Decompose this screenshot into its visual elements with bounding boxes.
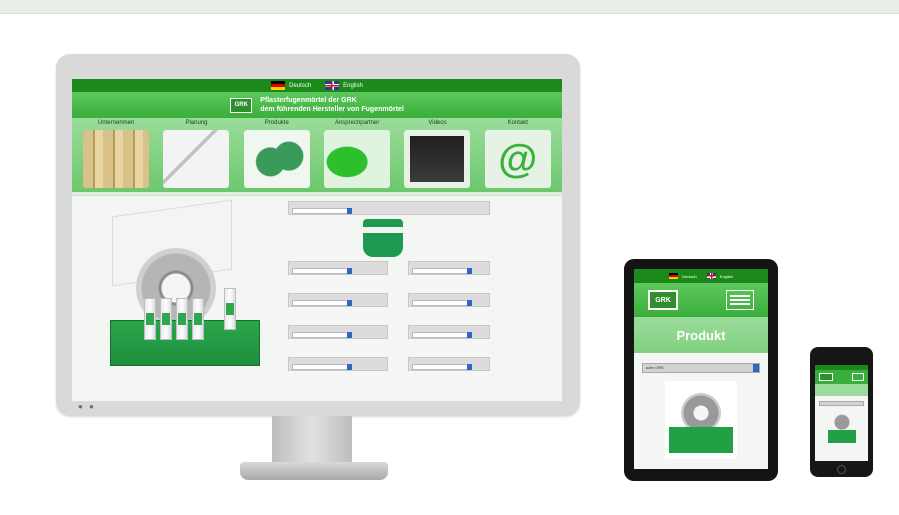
grk-logo[interactable]: GRK — [230, 97, 253, 113]
top-band — [0, 0, 899, 14]
nav-divider — [72, 192, 562, 196]
product-kit-image — [102, 199, 262, 376]
home-button[interactable] — [837, 465, 846, 474]
language-english[interactable]: English — [706, 273, 733, 279]
uk-flag-icon — [325, 81, 340, 90]
planning-icon — [163, 130, 230, 188]
phone-device — [810, 347, 873, 477]
desktop-screen: Deutsch English GRK Pflasterfugenmörtel … — [72, 79, 562, 401]
nav-label: Unternehmen — [97, 120, 135, 126]
desktop-monitor: Deutsch English GRK Pflasterfugenmörtel … — [56, 54, 580, 416]
tablet-screen: Deutsch English GRK Produkt oder GRK — [634, 269, 768, 469]
nav-label: Planung — [185, 120, 208, 126]
germany-map-icon — [324, 130, 391, 188]
product-select[interactable] — [819, 401, 864, 406]
select-dropdown[interactable] — [412, 300, 472, 306]
language-label: English — [719, 273, 733, 279]
config-field[interactable] — [288, 325, 388, 339]
config-field[interactable] — [408, 293, 490, 307]
select-dropdown[interactable] — [412, 268, 472, 274]
silo-icon — [83, 130, 150, 188]
tablet-language-bar: Deutsch English — [634, 269, 768, 283]
uk-flag-icon — [706, 273, 716, 279]
language-deutsch[interactable]: Deutsch — [669, 273, 697, 279]
config-field[interactable] — [288, 293, 388, 307]
config-field[interactable] — [408, 325, 490, 339]
config-field[interactable] — [288, 201, 490, 215]
config-field[interactable] — [288, 357, 388, 371]
tablet-device: Deutsch English GRK Produkt oder GRK — [624, 259, 778, 481]
video-camera-icon — [404, 130, 471, 188]
grk-logo[interactable] — [819, 373, 833, 381]
brand-header: GRK Pflasterfugenmörtel der GRK dem führ… — [72, 92, 562, 118]
tagline: Pflasterfugenmörtel der GRK dem führende… — [260, 96, 404, 114]
select-dropdown[interactable] — [292, 300, 352, 306]
phone-title-band — [815, 384, 868, 396]
monitor-indicator-dots: ● ● — [78, 402, 96, 411]
select-dropdown[interactable] — [292, 268, 352, 274]
cartridge-tube — [224, 288, 236, 330]
at-sign-icon: @ — [484, 130, 551, 188]
select-dropdown[interactable] — [412, 332, 472, 338]
product-tray — [669, 427, 733, 453]
config-field[interactable] — [408, 357, 490, 371]
nav-item-ansprechpartner[interactable]: Ansprechpartner — [322, 120, 392, 192]
phone-header — [815, 370, 868, 384]
config-field[interactable] — [288, 261, 388, 275]
showcase-stage: Deutsch English GRK Pflasterfugenmörtel … — [0, 0, 899, 515]
phone-screen — [815, 365, 868, 461]
language-deutsch[interactable]: Deutsch — [271, 81, 311, 90]
tablet-header: GRK — [634, 283, 768, 317]
select-dropdown[interactable] — [292, 364, 352, 370]
nav-label: Videos — [428, 120, 447, 126]
grk-logo[interactable]: GRK — [648, 290, 678, 310]
nav-label: Produkte — [264, 120, 289, 126]
de-flag-icon — [669, 273, 679, 279]
language-label: English — [343, 82, 363, 89]
desktop-content — [72, 198, 562, 401]
desktop-language-bar: Deutsch English — [72, 79, 562, 92]
nav-item-videos[interactable]: Videos — [402, 120, 472, 192]
language-english[interactable]: English — [325, 81, 363, 90]
monitor-stand-base — [240, 462, 388, 480]
language-label: Deutsch — [289, 82, 312, 89]
language-label: Deutsch — [682, 273, 697, 279]
nav-item-planung[interactable]: Planung — [161, 120, 231, 192]
product-kit-image — [665, 381, 737, 459]
product-select[interactable]: oder GRK — [642, 363, 760, 373]
nav-label: Ansprechpartner — [334, 120, 380, 126]
page-title: Produkt — [634, 317, 768, 353]
select-dropdown[interactable] — [412, 364, 472, 370]
product-kit-image — [827, 411, 856, 443]
product-buckets-icon — [243, 130, 310, 188]
select-dropdown[interactable] — [292, 208, 352, 214]
product-configurator — [288, 201, 498, 391]
product-bucket-image — [363, 219, 403, 257]
select-dropdown[interactable] — [292, 332, 352, 338]
config-field[interactable] — [408, 261, 490, 275]
hamburger-menu-icon[interactable] — [726, 290, 754, 310]
monitor-stand-neck — [272, 416, 352, 464]
nav-label: Kontakt — [507, 120, 528, 126]
nav-item-kontakt[interactable]: Kontakt @ — [483, 120, 553, 192]
tagline-line-2: dem führenden Hersteller von Fugenmörtel — [260, 106, 404, 113]
nav-item-produkte[interactable]: Produkte — [242, 120, 312, 192]
cartridge-tube — [144, 298, 156, 340]
nav-item-unternehmen[interactable]: Unternehmen — [81, 120, 151, 192]
de-flag-icon — [271, 81, 286, 90]
hamburger-menu-icon[interactable] — [852, 373, 864, 381]
tagline-line-1: Pflasterfugenmörtel der GRK — [260, 97, 357, 104]
cartridge-tube — [160, 298, 172, 340]
cartridge-tube — [192, 298, 204, 340]
cartridge-tube — [176, 298, 188, 340]
main-navigation: Unternehmen Planung Produkte Ansprechpar… — [72, 118, 562, 192]
